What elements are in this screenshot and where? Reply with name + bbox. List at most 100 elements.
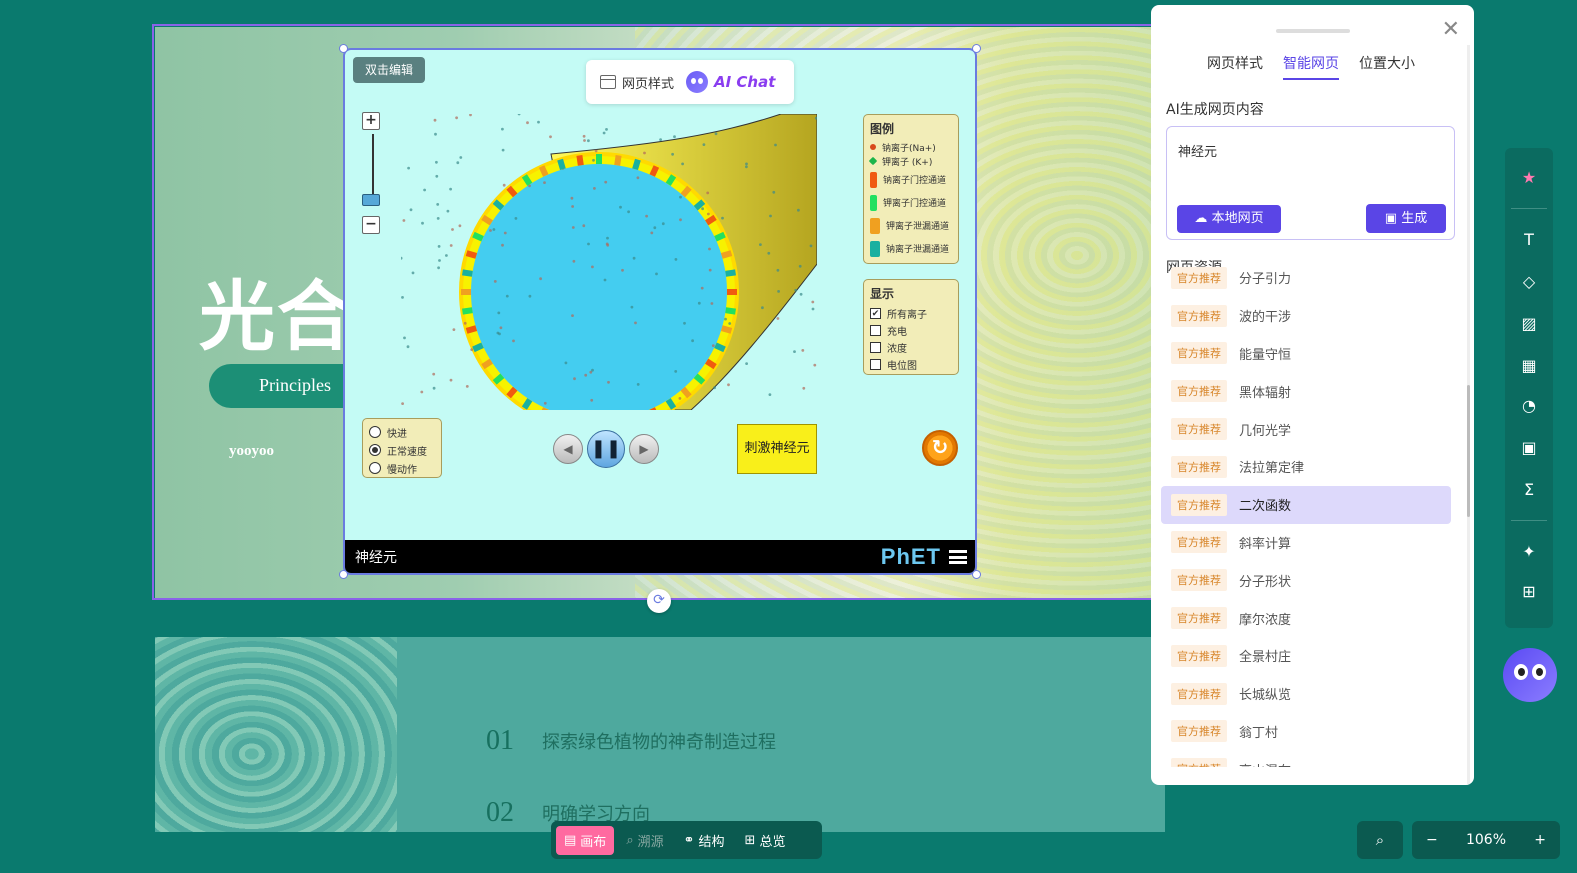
radio-button[interactable] bbox=[369, 426, 381, 438]
ion-particle bbox=[501, 243, 504, 247]
radio-button-selected[interactable] bbox=[369, 444, 381, 456]
ion-particle bbox=[571, 314, 574, 317]
resize-handle[interactable] bbox=[972, 44, 981, 53]
official-badge: 官方推荐 bbox=[1171, 720, 1227, 743]
step-back-button[interactable]: ◀ bbox=[553, 434, 583, 464]
resize-handle[interactable] bbox=[972, 570, 981, 579]
zoom-in-button[interactable]: + bbox=[362, 112, 380, 130]
web-embed-icon[interactable]: ⊞ bbox=[1517, 580, 1541, 604]
checkbox-checked[interactable]: ✔ bbox=[870, 308, 881, 319]
web-style-button[interactable]: 网页样式 bbox=[600, 73, 674, 92]
mode-canvas[interactable]: ▤ 画布 bbox=[556, 825, 615, 855]
radio-button[interactable] bbox=[369, 462, 381, 474]
ai-assistant-icon[interactable] bbox=[1503, 648, 1557, 702]
resource-item[interactable]: 官方推荐 摩尔浓度 bbox=[1161, 599, 1451, 637]
mode-structure[interactable]: ⚭ 结构 bbox=[676, 826, 733, 855]
local-web-button[interactable]: ☁ 本地网页 bbox=[1177, 205, 1281, 233]
resource-item[interactable]: 官方推荐 长城纵览 bbox=[1161, 675, 1451, 713]
generate-button[interactable]: ▣ 生成 bbox=[1366, 204, 1446, 233]
ion-particle bbox=[539, 277, 542, 281]
animation-icon[interactable]: ✦ bbox=[1517, 540, 1541, 564]
tab-smart-web[interactable]: 智能网页 bbox=[1283, 53, 1339, 80]
mode-overview[interactable]: ⊞ 总览 bbox=[737, 826, 794, 855]
resource-item[interactable]: 官方推荐 高山瀑布 bbox=[1161, 750, 1451, 767]
zoom-out-button[interactable]: − bbox=[362, 216, 380, 234]
resource-item[interactable]: 官方推荐 能量守恒 bbox=[1161, 335, 1451, 373]
ion-particle bbox=[409, 208, 413, 212]
neuron-cell-view[interactable] bbox=[401, 114, 817, 410]
checkbox[interactable] bbox=[870, 325, 881, 336]
pause-button[interactable]: ❚❚ bbox=[587, 430, 625, 468]
display-option-concentration[interactable]: 浓度 bbox=[870, 339, 952, 356]
ion-particle bbox=[492, 228, 496, 231]
mode-source[interactable]: ⌕ 溯源 bbox=[618, 826, 671, 855]
ion-particle bbox=[678, 397, 682, 400]
resize-handle[interactable] bbox=[339, 44, 348, 53]
panel-scrollbar[interactable] bbox=[1467, 45, 1470, 785]
resource-item[interactable]: 官方推荐 波的干涉 bbox=[1161, 297, 1451, 335]
resource-item[interactable]: 官方推荐 几何光学 bbox=[1161, 410, 1451, 448]
speed-option-normal[interactable]: 正常速度 bbox=[369, 441, 435, 459]
ion-particle bbox=[401, 296, 404, 299]
ai-chat-button[interactable]: AI Chat bbox=[686, 71, 775, 93]
search-icon[interactable]: ⌕ bbox=[1357, 821, 1403, 859]
resource-item[interactable]: 官方推荐 分子引力 bbox=[1161, 259, 1451, 297]
double-click-edit-label[interactable]: 双击编辑 bbox=[353, 57, 425, 83]
tab-position-size[interactable]: 位置大小 bbox=[1359, 53, 1415, 80]
resource-item[interactable]: 官方推荐 全景村庄 bbox=[1161, 637, 1451, 675]
rotate-handle-icon[interactable]: ⟳ bbox=[647, 589, 671, 613]
panel-drag-handle[interactable] bbox=[1276, 29, 1350, 33]
ion-particle bbox=[402, 219, 406, 222]
ai-prompt-box[interactable]: 神经元 ☁ 本地网页 ▣ 生成 bbox=[1166, 126, 1455, 240]
potassium-gated-channel-icon bbox=[870, 194, 877, 211]
checkbox[interactable] bbox=[870, 342, 881, 353]
zoom-in-icon[interactable]: + bbox=[1534, 832, 1546, 848]
legend-label: 钠离子门控通道 bbox=[883, 176, 947, 186]
ion-particle bbox=[708, 268, 712, 272]
official-badge: 官方推荐 bbox=[1171, 607, 1227, 630]
reset-icon[interactable]: ↻ bbox=[922, 430, 958, 466]
shape-icon[interactable]: ◇ bbox=[1517, 270, 1541, 294]
display-option-potential-chart[interactable]: 电位图 bbox=[870, 356, 952, 373]
ion-particle bbox=[702, 143, 706, 146]
legend-item-potassium-gated: 钾离子门控通道 bbox=[870, 191, 952, 214]
ion-particle bbox=[769, 214, 772, 218]
resource-item[interactable]: 官方推荐 法拉第定律 bbox=[1161, 448, 1451, 486]
hamburger-menu-icon[interactable] bbox=[949, 550, 967, 564]
close-icon[interactable]: ✕ bbox=[1442, 19, 1460, 41]
chart-icon[interactable]: ◔ bbox=[1517, 394, 1541, 418]
neuron-simulation[interactable]: 双击编辑 网页样式 AI Chat + − 图例 钠离子(Na+) 钾离子 (K… bbox=[343, 48, 977, 575]
resource-label: 全景村庄 bbox=[1239, 650, 1292, 666]
side-toolbar: ★ T ◇ ▨ ▦ ◔ ▣ Σ ✦ ⊞ bbox=[1505, 148, 1553, 628]
media-icon[interactable]: ▣ bbox=[1517, 436, 1541, 460]
scrollbar-thumb[interactable] bbox=[1467, 385, 1470, 517]
ion-particle bbox=[606, 243, 610, 247]
slide-2[interactable]: 01 探索绿色植物的神奇制造过程 02 明确学习方向 bbox=[155, 637, 1165, 832]
speed-option-fast[interactable]: 快进 bbox=[369, 423, 435, 441]
step-forward-button[interactable]: ▶ bbox=[629, 434, 659, 464]
tab-web-style[interactable]: 网页样式 bbox=[1207, 53, 1263, 80]
ion-particle bbox=[470, 348, 474, 351]
speed-option-slow[interactable]: 慢动作 bbox=[369, 459, 435, 477]
zoom-slider-thumb[interactable] bbox=[362, 194, 380, 206]
magic-icon[interactable]: ★ bbox=[1517, 166, 1541, 190]
display-option-charge[interactable]: 充电 bbox=[870, 322, 952, 339]
resource-item[interactable]: 官方推荐 黑体辐射 bbox=[1161, 372, 1451, 410]
display-option-all-ions[interactable]: ✔ 所有离子 bbox=[870, 305, 952, 322]
text-icon[interactable]: T bbox=[1517, 228, 1541, 252]
resource-item[interactable]: 官方推荐 分子形状 bbox=[1161, 561, 1451, 599]
formula-icon[interactable]: Σ bbox=[1517, 478, 1541, 502]
table-icon[interactable]: ▦ bbox=[1517, 354, 1541, 378]
resource-item[interactable]: 官方推荐 二次函数 bbox=[1161, 485, 1451, 524]
stimulate-neuron-button[interactable]: 刺激神经元 bbox=[737, 424, 817, 474]
ai-prompt-text[interactable]: 神经元 bbox=[1178, 141, 1217, 160]
ion-particle bbox=[459, 156, 463, 159]
resource-item[interactable]: 官方推荐 斜率计算 bbox=[1161, 524, 1451, 562]
checkbox[interactable] bbox=[870, 359, 881, 370]
resize-handle[interactable] bbox=[339, 570, 348, 579]
official-badge: 官方推荐 bbox=[1171, 266, 1227, 289]
resource-item[interactable]: 官方推荐 翁丁村 bbox=[1161, 713, 1451, 751]
zoom-out-icon[interactable]: − bbox=[1426, 832, 1438, 848]
image-icon[interactable]: ▨ bbox=[1517, 312, 1541, 336]
ion-particle bbox=[411, 271, 415, 275]
